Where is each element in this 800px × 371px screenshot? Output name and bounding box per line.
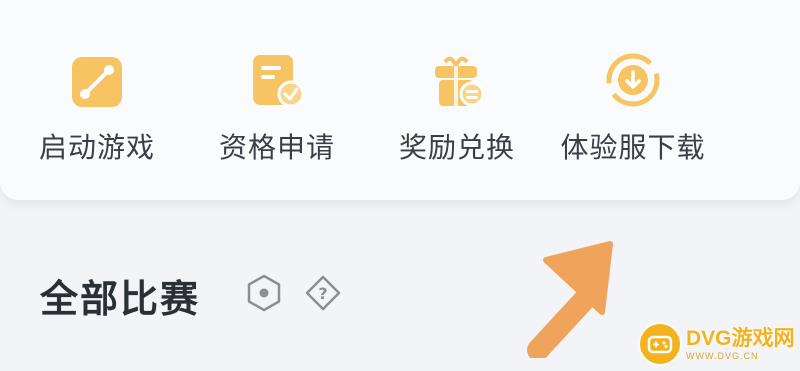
svg-text:?: ? [318,284,327,303]
watermark-url: WWW.DVG.CN [686,350,759,361]
launch-game-icon [67,50,127,110]
launch-game-label: 启动游戏 [38,131,155,164]
qualification-apply-label: 资格申请 [218,131,335,164]
watermark: DVG游戏网 WWW.DVG.CN [640,318,800,370]
launch-game-button[interactable]: 启动游戏 [12,50,182,170]
application-doc-icon [247,50,307,110]
reward-redeem-label: 奖励兑换 [398,131,515,164]
hexagon-settings-icon[interactable] [244,273,284,313]
watermark-text: DVG游戏网 WWW.DVG.CN [686,328,795,361]
qualification-apply-button[interactable]: 资格申请 [192,50,362,170]
gamepad-logo-icon [640,324,680,364]
gift-redeem-icon [427,50,487,110]
help-question-icon[interactable]: ? [303,273,343,313]
download-refresh-icon [603,50,663,110]
reward-redeem-button[interactable]: 奖励兑换 [372,50,542,170]
section-title: 全部比赛 [40,277,201,321]
test-server-download-label: 体验服下载 [560,131,706,164]
pointer-arrow-icon [510,238,630,361]
test-server-download-button[interactable]: 体验服下载 [548,50,718,170]
quick-actions-bar: 启动游戏 资格申请 奖励兑换 体验服下载 [0,50,800,170]
watermark-name: DVG游戏网 [686,326,795,350]
